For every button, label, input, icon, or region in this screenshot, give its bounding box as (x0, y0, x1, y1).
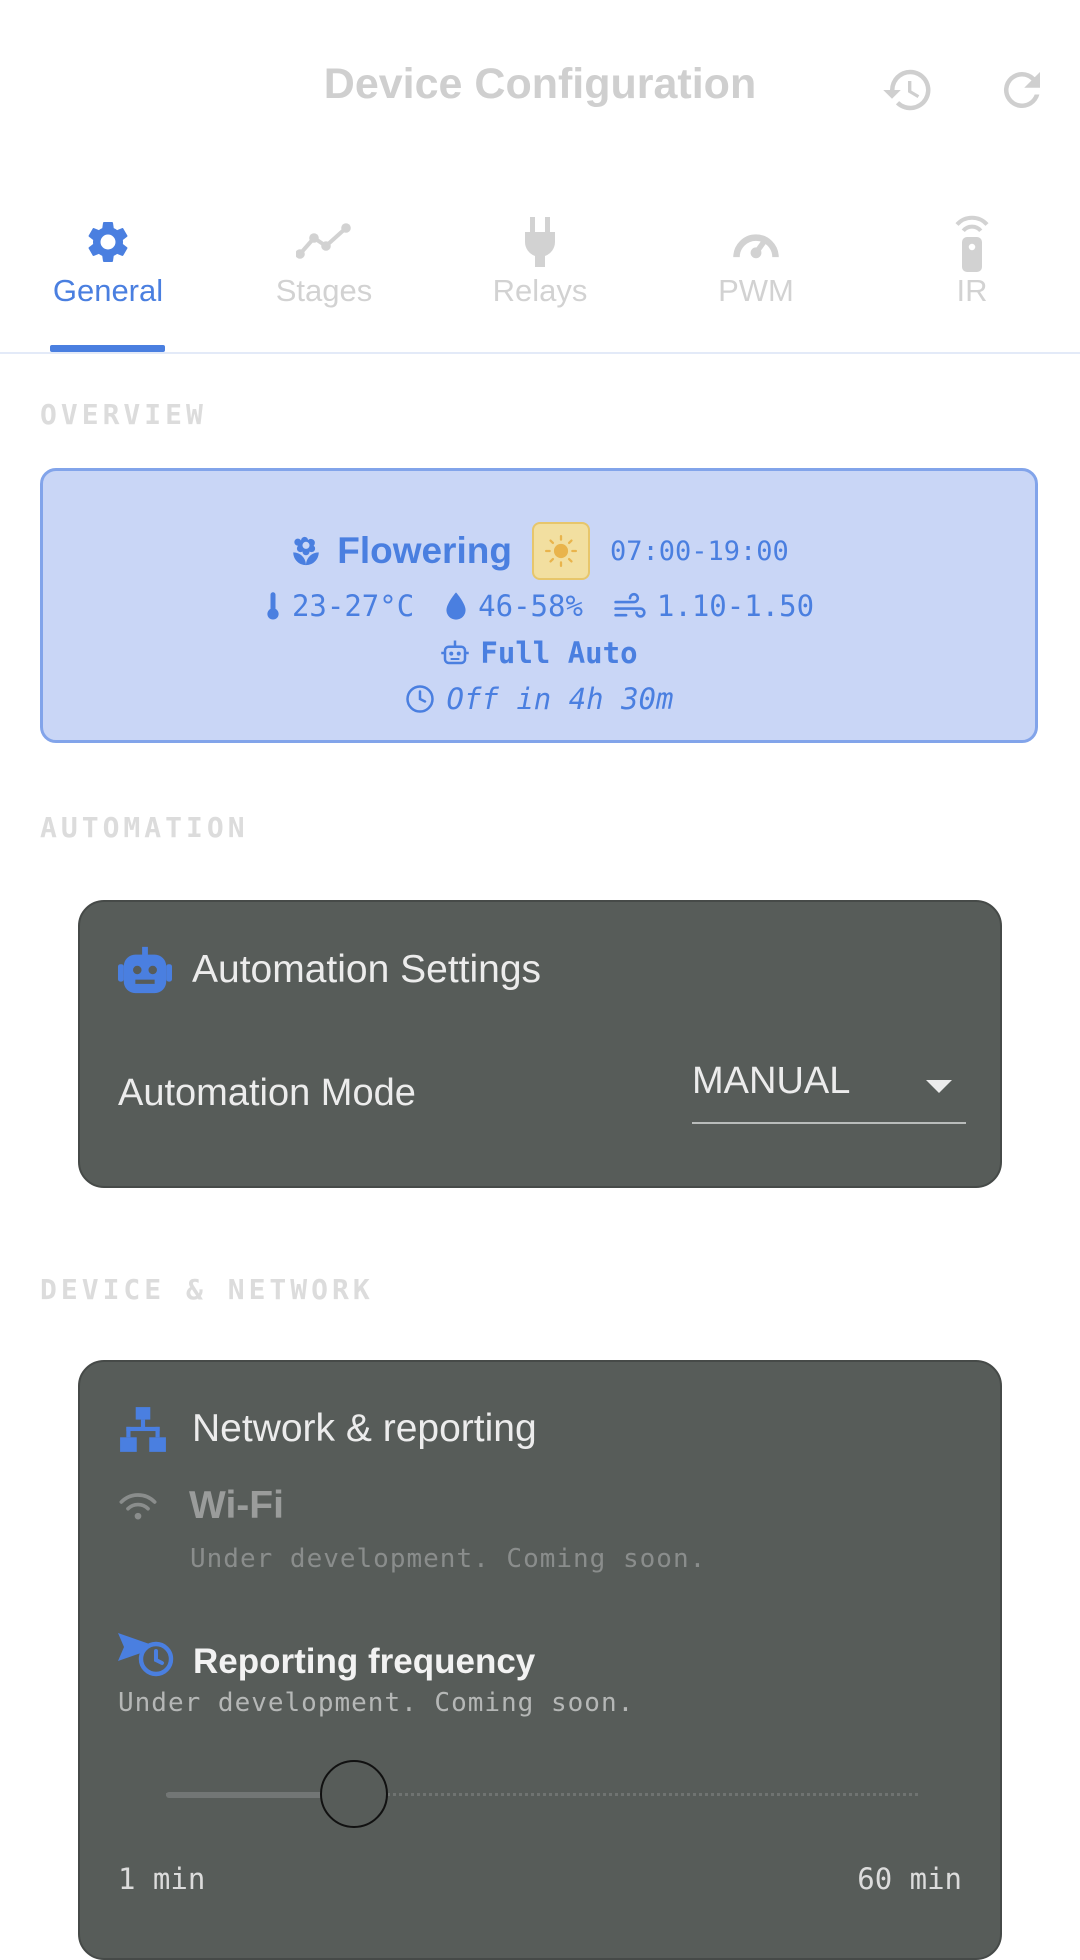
tab-relays-label: Relays (492, 273, 588, 308)
remote-icon (955, 215, 989, 272)
water-drop-icon (446, 592, 466, 620)
history-button[interactable] (878, 60, 938, 120)
automation-card-title: Automation Settings (192, 948, 542, 991)
overview-card[interactable]: Flowering 07:00-19:00 23-27°C 46-58% 1.1… (40, 468, 1038, 743)
overview-mode-row: Full Auto (43, 631, 1035, 675)
thermometer-icon (267, 592, 279, 620)
gauge-icon (733, 234, 779, 259)
reporting-frequency-status: Under development. Coming soon. (118, 1688, 635, 1718)
tab-pwm[interactable]: PWM (648, 205, 864, 352)
refresh-button[interactable] (992, 60, 1052, 120)
tab-general[interactable]: General (0, 205, 216, 352)
active-tab-indicator (50, 345, 165, 352)
tab-relays[interactable]: Relays (432, 205, 648, 352)
robot-icon (118, 946, 172, 994)
overview-countdown-row: Off in 4h 30m (43, 677, 1035, 721)
history-icon (883, 69, 931, 111)
flower-icon (293, 536, 319, 566)
wifi-status: Under development. Coming soon. (190, 1544, 707, 1574)
tab-general-label: General (52, 273, 164, 308)
gear-icon (88, 221, 128, 262)
section-label-overview: OVERVIEW (40, 398, 207, 431)
slider-max-label: 60 min (857, 1862, 962, 1896)
tab-stages[interactable]: Stages (216, 205, 432, 352)
tab-stages-label: Stages (275, 273, 373, 308)
automation-mode-select[interactable]: MANUAL (692, 1052, 966, 1124)
vpd-range: 1.10-1.50 (656, 589, 815, 623)
automation-mode-value: MANUAL (692, 1060, 851, 1102)
overview-stage-row: Flowering 07:00-19:00 (43, 519, 1035, 583)
tab-ir[interactable]: IR (864, 205, 1080, 352)
app-header: Device Configuration (0, 0, 1080, 175)
slider-thumb[interactable] (320, 1760, 388, 1828)
wifi-icon (119, 1493, 157, 1520)
automation-mode-summary: Full Auto (480, 636, 638, 670)
automation-settings-card: Automation Settings Automation Mode MANU… (78, 900, 1002, 1188)
dropdown-arrow-icon (926, 1080, 952, 1093)
send-clock-icon (118, 1633, 174, 1677)
overview-metrics-row: 23-27°C 46-58% 1.10-1.50 (43, 583, 1035, 629)
temperature-range: 23-27°C (291, 589, 415, 623)
reporting-frequency-title: Reporting frequency (193, 1642, 536, 1681)
stage-name: Flowering (337, 530, 512, 571)
network-card-title: Network & reporting (192, 1407, 537, 1450)
section-label-automation: AUTOMATION (40, 811, 249, 844)
wifi-title: Wi-Fi (189, 1484, 284, 1527)
tab-bar: General Stages Relays PWM IR (0, 205, 1080, 354)
sun-icon (544, 534, 577, 568)
section-label-device-network: DEVICE & NETWORK (40, 1273, 374, 1306)
network-reporting-card: Network & reporting Wi-Fi Under developm… (78, 1360, 1002, 1960)
light-countdown: Off in 4h 30m (446, 682, 674, 716)
plug-icon (525, 217, 555, 267)
refresh-icon (1003, 71, 1040, 108)
slider-min-label: 1 min (118, 1862, 206, 1896)
tab-pwm-label: PWM (718, 273, 794, 308)
network-icon (120, 1407, 166, 1452)
clock-icon (405, 685, 434, 713)
reporting-frequency-slider[interactable] (166, 1757, 918, 1837)
automation-mode-label: Automation Mode (118, 1072, 416, 1114)
light-schedule: 07:00-19:00 (609, 535, 789, 567)
light-status-badge (531, 522, 590, 580)
humidity-range: 46-58% (478, 589, 583, 623)
chart-line-icon (296, 223, 351, 259)
tab-ir-label: IR (956, 273, 988, 308)
robot-icon (441, 640, 470, 665)
wind-icon (614, 592, 646, 618)
